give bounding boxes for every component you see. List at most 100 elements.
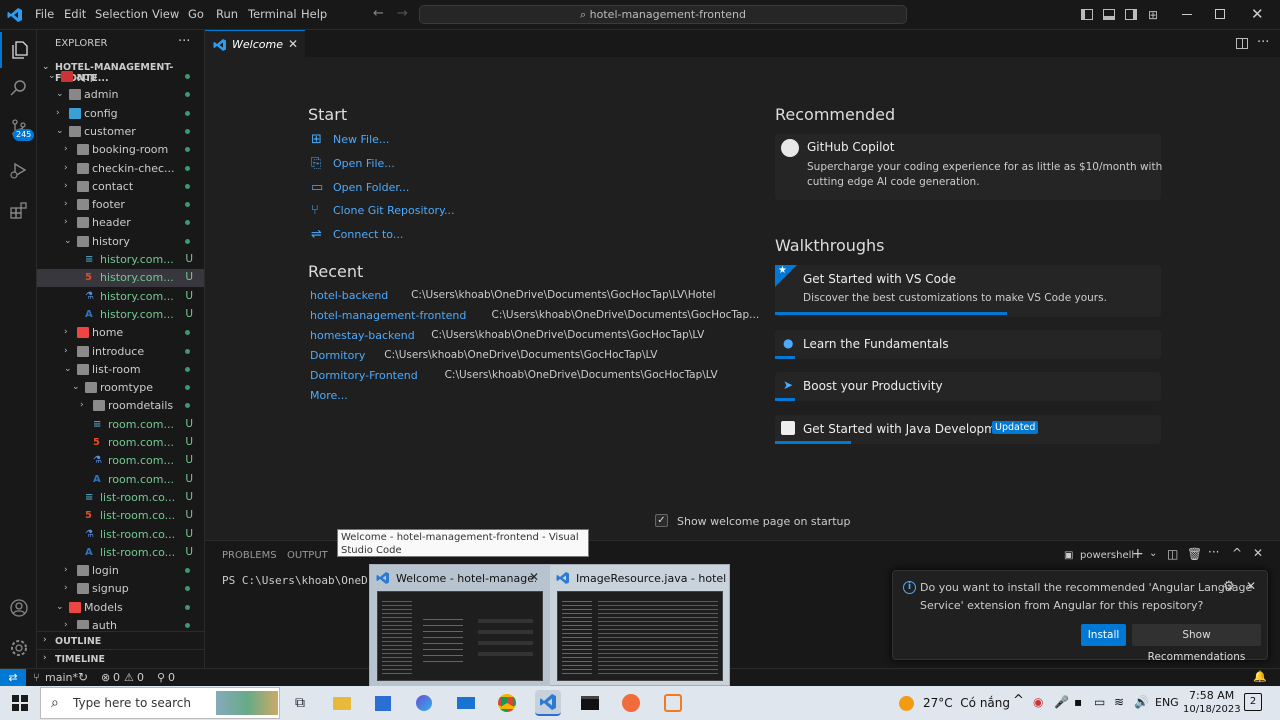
show-on-startup-checkbox[interactable]: ✓ [655, 514, 668, 527]
folder-item[interactable]: › config [37, 105, 204, 123]
split-editor-icon[interactable] [1236, 38, 1248, 49]
vscode-logo-icon[interactable] [7, 7, 23, 23]
walkthrough-fundamentals[interactable]: ● Learn the Fundamentals [775, 330, 1161, 359]
menu-file[interactable]: File [35, 7, 54, 21]
sync-icon[interactable]: ↻ [78, 670, 88, 684]
close-icon[interactable]: ✕ [1246, 579, 1256, 593]
start-link[interactable]: New File... [333, 133, 389, 146]
back-arrow-icon[interactable]: ← [373, 6, 384, 21]
file-item[interactable]: ⚗ list-room.co... U [37, 526, 204, 544]
extensions-icon[interactable] [0, 192, 37, 228]
microsoft-store-icon[interactable] [370, 690, 396, 716]
outline-section[interactable]: › OUTLINE [37, 631, 204, 649]
toggle-secondary-sidebar-icon[interactable] [1125, 9, 1137, 20]
minimize-icon[interactable] [1182, 14, 1192, 15]
folder-item[interactable]: › auth [37, 617, 204, 629]
start-link[interactable]: Open Folder... [333, 181, 409, 194]
show-recommendations-button[interactable]: Show Recommendations [1132, 624, 1261, 663]
file-item[interactable]: ≡ room.com... U [37, 416, 204, 434]
close-icon[interactable]: ✕ [529, 570, 539, 584]
weather-text[interactable]: 27°C Có nắng [923, 696, 1010, 710]
chrome-icon[interactable] [494, 690, 520, 716]
file-item[interactable]: Ahistory.com... U [37, 306, 204, 324]
menu-terminal[interactable]: Terminal [248, 7, 297, 21]
file-item[interactable]: ⚗ room.com... U [37, 452, 204, 470]
gear-icon[interactable]: ⚙ [1223, 579, 1235, 594]
menu-edit[interactable]: Edit [64, 7, 86, 21]
volume-icon[interactable]: 🔊 [1134, 695, 1149, 709]
file-explorer-icon[interactable] [329, 690, 355, 716]
maximize-panel-icon[interactable]: ^ [1232, 546, 1242, 560]
vscode-taskbar-icon[interactable] [535, 690, 561, 716]
more-recent-link[interactable]: More... [310, 389, 348, 402]
menu-run[interactable]: Run [216, 7, 238, 21]
explorer-icon[interactable] [0, 32, 37, 68]
copilot-app-icon[interactable] [411, 690, 437, 716]
account-icon[interactable] [0, 590, 37, 626]
folder-item[interactable]: › footer [37, 196, 204, 214]
recent-project-link[interactable]: Dormitory [310, 349, 365, 362]
thumbnail-imageresource[interactable]: ImageResource.java - hotel-bac... [550, 565, 730, 687]
error-count[interactable]: 0 [113, 671, 120, 684]
file-item[interactable]: Alist-room.co... U [37, 544, 204, 562]
customize-layout-icon[interactable]: ⊞ [1148, 8, 1158, 22]
recent-project-link[interactable]: homestay-backend [310, 329, 415, 342]
split-terminal-icon[interactable]: ◫ [1167, 547, 1178, 561]
chevron-up-icon[interactable]: ^ [1013, 693, 1024, 708]
file-item[interactable]: ⚗ history.com... U [37, 288, 204, 306]
tray-icon[interactable]: ◉ [1033, 695, 1043, 709]
more-actions-icon[interactable]: ··· [1208, 545, 1219, 559]
search-view-icon[interactable] [0, 70, 37, 106]
language-indicator[interactable]: ENG [1155, 696, 1179, 709]
folder-item[interactable]: ⌄ customer [37, 123, 204, 141]
postman-icon[interactable] [618, 690, 644, 716]
terminal-app-icon[interactable] [577, 690, 603, 716]
recent-project-link[interactable]: hotel-backend [310, 289, 388, 302]
file-item[interactable]: ≡ history.com... U [37, 251, 204, 269]
new-terminal-icon[interactable]: + [1132, 546, 1144, 562]
bell-icon[interactable]: 🔔 [1253, 670, 1267, 683]
menu-help[interactable]: Help [301, 7, 327, 21]
trash-icon[interactable]: 🗑 [1187, 547, 1202, 561]
walkthrough-productivity[interactable]: ➤ Boost your Productivity [775, 372, 1161, 401]
chevron-down-icon[interactable]: ⌄ [1149, 548, 1157, 559]
start-link[interactable]: Connect to... [333, 228, 403, 241]
recent-project-link[interactable]: hotel-management-frontend [310, 309, 466, 322]
branch-name[interactable]: main* [45, 671, 78, 684]
camera-icon[interactable]: ▪ [1074, 695, 1082, 709]
notification-center-icon[interactable]: 2 [1244, 693, 1262, 711]
folder-item[interactable]: › checkin-chec... [37, 160, 204, 178]
toggle-panel-icon[interactable] [1103, 9, 1115, 20]
maximize-icon[interactable] [1215, 9, 1225, 19]
taskbar-search-box[interactable]: ⌕ Type here to search [40, 687, 280, 719]
warning-count[interactable]: 0 [137, 671, 144, 684]
menu-view[interactable]: View [152, 7, 179, 21]
remote-indicator-icon[interactable]: ⇄ [0, 669, 26, 687]
manage-gear-icon[interactable] [0, 630, 37, 666]
folder-item[interactable]: › login [37, 562, 204, 580]
file-item[interactable]: ≡ list-room.co... U [37, 489, 204, 507]
install-button[interactable]: Install [1081, 624, 1126, 646]
task-view-icon[interactable]: ⧉ [287, 690, 313, 716]
folder-item[interactable]: › signup [37, 580, 204, 598]
start-link[interactable]: Open File... [333, 157, 395, 170]
folder-item[interactable]: › contact [37, 178, 204, 196]
command-center[interactable]: ⌕ hotel-management-frontend [419, 5, 907, 24]
windows-start-icon[interactable] [7, 690, 33, 716]
file-item[interactable]: 5 room.com... U [37, 434, 204, 452]
battery-icon[interactable]: ▭ [1094, 695, 1105, 709]
shell-name[interactable]: powershell [1080, 550, 1134, 561]
folder-item[interactable]: › introduce [37, 343, 204, 361]
terminal-line[interactable]: PS C:\Users\khoab\OneDriv [222, 574, 388, 587]
clock-time[interactable]: 7:58 AM [1189, 689, 1234, 702]
menu-selection[interactable]: Selection [95, 7, 148, 21]
close-panel-icon[interactable]: ✕ [1253, 546, 1263, 560]
folder-item[interactable]: › roomdetails [37, 397, 204, 415]
microphone-icon[interactable]: 🎤 [1054, 695, 1069, 709]
folder-item[interactable]: › header [37, 214, 204, 232]
close-tab-icon[interactable]: ✕ [288, 37, 298, 51]
more-actions-icon[interactable]: ··· [1257, 35, 1269, 50]
file-item[interactable]: 5 history.com... U [37, 269, 204, 288]
tab-output[interactable]: OUTPUT [287, 550, 328, 561]
ports-count[interactable]: 0 [168, 671, 175, 684]
